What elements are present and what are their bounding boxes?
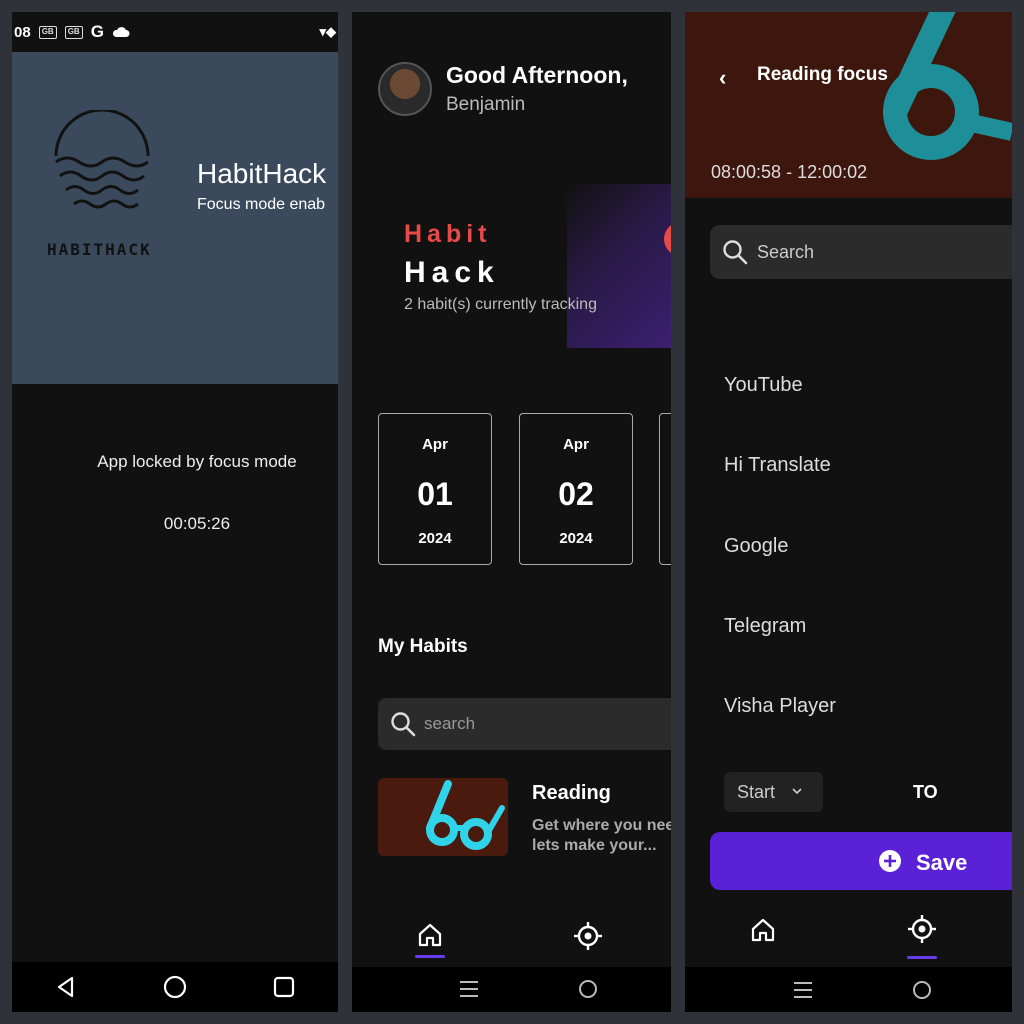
- locked-message: App locked by focus mode: [97, 452, 297, 471]
- tracking-count: 2 habit(s) currently tracking: [404, 296, 597, 313]
- app-list-item[interactable]: Telegram: [724, 615, 806, 638]
- greeting: Good Afternoon,: [446, 62, 628, 88]
- brand-word-hack: Hack: [404, 256, 500, 289]
- app-list-item[interactable]: Hi Translate: [724, 454, 831, 477]
- save-label: Save: [916, 850, 968, 875]
- focus-mode-subtitle: Focus mode enab: [197, 196, 326, 213]
- app-name: HabitHack: [197, 158, 327, 189]
- focus-header: ‹ Reading focus 08:00:58 - 12:00:02: [685, 12, 1012, 198]
- date-card-partial[interactable]: [659, 413, 671, 565]
- habit-desc-line: Get where you nee: [532, 817, 671, 834]
- search-placeholder: search: [424, 714, 476, 733]
- date-day: 02: [558, 476, 594, 512]
- home-icon[interactable]: [749, 916, 777, 944]
- menu-icon[interactable]: [793, 981, 813, 999]
- app-list-item[interactable]: Google: [724, 535, 789, 558]
- search-icon: [723, 240, 748, 265]
- habit-description: Get where you nee lets make your...: [532, 816, 671, 856]
- system-nav-bar: [352, 967, 671, 1012]
- wifi-icon: ▾◆: [319, 24, 336, 39]
- system-nav-bar: [12, 962, 338, 1012]
- active-nav-indicator: [907, 956, 937, 959]
- habithack-logo-icon: [54, 110, 150, 209]
- system-nav-bar: [685, 967, 1012, 1012]
- add-circle-icon: [879, 850, 901, 872]
- home-panel: Good Afternoon, Benjamin Habit Hack 2 ha…: [352, 12, 671, 1012]
- bottom-nav: [352, 897, 671, 962]
- google-icon: G: [90, 22, 104, 41]
- cloud-icon: [112, 27, 130, 37]
- home-circle-icon[interactable]: [162, 974, 188, 1000]
- home-icon[interactable]: [416, 921, 444, 949]
- search-placeholder: Search: [757, 242, 815, 262]
- hero-gradient: [567, 184, 671, 348]
- home-circle-icon[interactable]: [912, 980, 932, 1000]
- habit-search-input[interactable]: search: [378, 698, 671, 750]
- search-icon: [391, 712, 416, 737]
- habit-desc-line: lets make your...: [532, 837, 657, 854]
- date-day: 01: [417, 476, 453, 512]
- app-list-item[interactable]: Visha Player: [724, 695, 836, 718]
- glasses-icon: [883, 12, 1012, 160]
- date-year: 2024: [559, 530, 593, 547]
- focus-title: Reading focus: [757, 64, 888, 85]
- my-habits-title: My Habits: [378, 636, 468, 657]
- app-search-input[interactable]: Search: [710, 225, 1012, 279]
- brand-word-habit: Habit: [404, 220, 492, 248]
- app-list-item[interactable]: YouTube: [724, 374, 803, 397]
- date-month: Apr: [422, 436, 448, 453]
- habit-thumbnail[interactable]: [378, 778, 508, 856]
- status-time: 08: [14, 23, 31, 41]
- status-bar: 08 GB GB G ▾◆: [12, 12, 338, 52]
- glasses-icon: [426, 780, 505, 850]
- recents-icon[interactable]: [272, 975, 296, 999]
- habit-title[interactable]: Reading: [532, 782, 611, 805]
- menu-icon[interactable]: [459, 980, 479, 998]
- date-card[interactable]: Apr 02 2024: [519, 413, 633, 565]
- focus-editor-panel: ‹ Reading focus 08:00:58 - 12:00:02 Sear…: [685, 12, 1012, 1012]
- focus-target-icon[interactable]: [907, 914, 937, 944]
- logo-wordmark: HABITHACK: [47, 240, 152, 259]
- date-month: Apr: [563, 436, 589, 453]
- focus-time-range: 08:00:58 - 12:00:02: [711, 162, 868, 182]
- avatar[interactable]: [378, 62, 432, 116]
- back-icon[interactable]: [54, 975, 78, 999]
- date-card[interactable]: Apr 01 2024: [378, 413, 492, 565]
- to-label: TO: [913, 782, 938, 802]
- notification-icon: GB: [38, 25, 57, 39]
- save-button[interactable]: Save: [710, 832, 1012, 890]
- user-name: Benjamin: [446, 94, 526, 115]
- back-button[interactable]: ‹: [719, 65, 726, 91]
- date-year: 2024: [418, 530, 452, 547]
- active-nav-indicator: [415, 955, 445, 958]
- start-time-dropdown[interactable]: Start: [724, 772, 823, 812]
- focus-target-icon[interactable]: [573, 921, 603, 951]
- notification-icon: GB: [64, 25, 83, 39]
- start-label: Start: [737, 782, 776, 802]
- home-circle-icon[interactable]: [578, 979, 598, 999]
- lock-screen-panel: 08 GB GB G ▾◆ HABITHACK HabitHack Focus …: [12, 12, 338, 1012]
- lock-timer: 00:05:26: [163, 514, 231, 533]
- chevron-down-icon: [792, 788, 802, 795]
